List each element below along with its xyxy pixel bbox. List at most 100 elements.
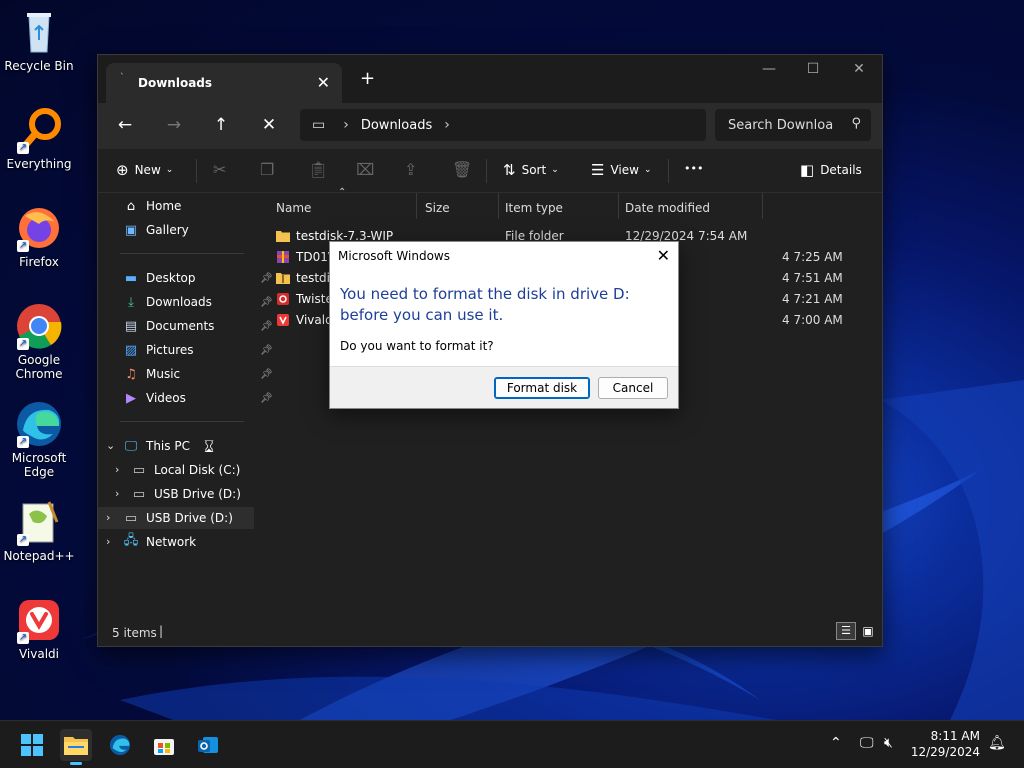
chevron-right-icon[interactable]: › — [106, 535, 110, 548]
desktop-icon-label: Vivaldi — [18, 647, 60, 661]
file-row[interactable]: testdis — [276, 268, 336, 288]
chevron-down-icon: ⌄ — [165, 165, 174, 175]
music-icon: ♫ — [125, 366, 137, 382]
delete-icon[interactable]: 🗑︎ — [452, 160, 472, 179]
nav-desktop[interactable]: ▬ Desktop 📌︎ — [122, 267, 273, 289]
sort-label: Sort — [521, 163, 547, 177]
chrome-icon: ↗ — [15, 302, 63, 350]
nav-local-disk-c[interactable]: ▭ Local Disk (C:) — [130, 459, 240, 481]
nav-usb-drive-d-selected[interactable]: › ▭ USB Drive (D:) — [98, 507, 254, 529]
details-view-icon[interactable]: ☰ — [836, 622, 856, 640]
taskbar-outlook[interactable] — [192, 729, 224, 761]
chevron-right-icon: › — [343, 117, 349, 133]
column-divider[interactable] — [498, 193, 499, 219]
notifications-bell-icon[interactable]: 🔔︎ — [988, 735, 1006, 751]
column-divider[interactable] — [762, 193, 763, 219]
nav-network[interactable]: 🖧︎ Network — [122, 531, 196, 553]
copy-icon[interactable]: ❐ — [260, 160, 274, 179]
forward-arrow-icon[interactable]: → — [162, 115, 186, 135]
busy-cursor-icon: ⌛︎ — [204, 437, 215, 456]
navigation-pane[interactable]: ⌂ Home ▣ Gallery ▬ Desktop 📌︎ ⤓ Download… — [98, 193, 273, 623]
taskbar-file-explorer[interactable] — [60, 729, 92, 765]
nav-gallery[interactable]: ▣ Gallery — [122, 219, 189, 241]
taskbar-edge[interactable] — [104, 729, 136, 761]
format-disk-dialog[interactable]: Microsoft Windows ✕ You need to format t… — [329, 241, 679, 409]
desktop-icon-vivaldi[interactable]: ↗ Vivaldi — [4, 596, 74, 661]
show-hidden-icons-chevron-icon[interactable]: ⌃ — [830, 735, 842, 751]
nav-pictures[interactable]: ▨ Pictures 📌︎ — [122, 339, 273, 361]
tab-downloads[interactable]: ˋ Downloads ✕ — [106, 63, 342, 103]
share-icon[interactable]: ⇪ — [404, 160, 417, 179]
notepad-plus-plus-icon: ↗ — [15, 498, 63, 546]
desktop-icon-microsoft-edge[interactable]: ↗ Microsoft Edge — [4, 400, 74, 479]
new-button[interactable]: ⊕ New ⌄ — [116, 161, 173, 179]
nav-this-pc[interactable]: 🖵︎ This PC — [122, 435, 190, 457]
search-input[interactable]: Search Downloa ⚲ — [715, 109, 871, 141]
cut-icon[interactable]: ✂ — [213, 160, 226, 179]
start-button[interactable] — [16, 729, 48, 761]
back-arrow-icon[interactable]: ← — [113, 115, 137, 135]
column-divider[interactable] — [416, 193, 417, 219]
volume-muted-icon[interactable]: 🔇︎ — [884, 735, 893, 751]
desktop-icon-recycle-bin[interactable]: Recycle Bin — [4, 8, 74, 73]
recycle-bin-icon — [15, 8, 63, 56]
column-header-item-type[interactable]: Item type — [505, 197, 563, 219]
address-bar[interactable]: ▭ › Downloads › — [300, 109, 706, 141]
divider — [196, 159, 197, 183]
shortcut-arrow-icon: ↗ — [17, 240, 29, 252]
up-arrow-icon[interactable]: ↑ — [209, 115, 233, 135]
column-header-size[interactable]: Size — [425, 197, 450, 219]
column-header-date-modified[interactable]: Date modified — [625, 197, 710, 219]
desktop-icon-google-chrome[interactable]: ↗ Google Chrome — [4, 302, 74, 381]
tiles-view-icon[interactable]: ▣ — [858, 622, 878, 640]
see-more-button[interactable]: ••• — [684, 162, 703, 175]
network-status-icon[interactable]: 🖵︎ — [860, 735, 874, 751]
column-header-name[interactable]: Name — [276, 197, 311, 219]
nav-downloads[interactable]: ⤓ Downloads 📌︎ — [122, 291, 273, 313]
chevron-right-icon[interactable]: › — [444, 117, 450, 133]
format-disk-button[interactable]: Format disk — [494, 377, 590, 399]
nav-videos[interactable]: ▶ Videos 📌︎ — [122, 387, 273, 409]
gallery-icon: ▣ — [124, 222, 138, 238]
file-row[interactable]: TD01V — [276, 247, 336, 267]
cancel-button[interactable]: Cancel — [598, 377, 668, 399]
clock[interactable]: 8:11 AM 12/29/2024 — [911, 728, 980, 760]
paste-icon[interactable]: 📋︎ — [308, 160, 328, 179]
details-button[interactable]: ◧ Details — [800, 161, 862, 179]
taskbar-microsoft-store[interactable] — [148, 729, 180, 761]
view-button[interactable]: ☰ View ⌄ — [591, 161, 651, 179]
desktop-icon-label: Firefox — [19, 255, 59, 269]
this-pc-icon: 🖵︎ — [124, 438, 138, 454]
minimize-icon[interactable]: — — [746, 61, 792, 77]
chevron-right-icon[interactable]: › — [115, 487, 119, 500]
nav-documents[interactable]: ▤ Documents 📌︎ — [122, 315, 273, 337]
window-close-icon[interactable]: ✕ — [836, 61, 882, 77]
column-divider[interactable] — [618, 193, 619, 219]
nav-home[interactable]: ⌂ Home — [122, 195, 182, 217]
archive-icon — [277, 251, 289, 263]
details-label: Details — [820, 163, 862, 177]
nav-usb-drive-d[interactable]: ▭ USB Drive (D:) — [130, 483, 241, 505]
file-row[interactable]: Vivald — [276, 310, 333, 330]
desktop-icon-label: Microsoft Edge — [11, 451, 67, 479]
tab-close-icon[interactable]: ✕ — [317, 73, 330, 92]
rename-icon[interactable]: ⌧ — [356, 160, 374, 179]
breadcrumb-downloads[interactable]: Downloads — [361, 118, 432, 133]
nav-music[interactable]: ♫ Music 📌︎ — [122, 363, 273, 385]
chevron-down-icon[interactable]: ⌄ — [106, 439, 115, 452]
desktop-icon-everything[interactable]: ↗ Everything — [4, 106, 74, 171]
desktop-icon-firefox[interactable]: ↗ Firefox — [4, 204, 74, 269]
stop-loading-icon[interactable]: ✕ — [257, 115, 281, 135]
dialog-close-icon[interactable]: ✕ — [657, 246, 670, 265]
desktop-icon-notepad-plus-plus[interactable]: ↗ Notepad++ — [3, 498, 75, 563]
file-name: Twiste — [296, 292, 333, 306]
new-tab-button[interactable]: + — [360, 68, 375, 89]
sort-button[interactable]: ⇅ Sort ⌄ — [503, 161, 559, 179]
chevron-right-icon[interactable]: › — [115, 463, 119, 476]
maximize-icon[interactable]: ☐ — [790, 61, 836, 77]
chevron-right-icon[interactable]: › — [106, 511, 110, 524]
command-bar: ⊕ New ⌄ ✂ ❐ 📋︎ ⌧ ⇪ 🗑︎ ⇅ Sort ⌄ ☰ View ⌄ … — [98, 149, 882, 193]
file-row[interactable]: Twiste — [276, 289, 333, 309]
title-bar[interactable]: ˋ Downloads ✕ + — ☐ ✕ — [98, 55, 882, 103]
firefox-icon: ↗ — [15, 204, 63, 252]
